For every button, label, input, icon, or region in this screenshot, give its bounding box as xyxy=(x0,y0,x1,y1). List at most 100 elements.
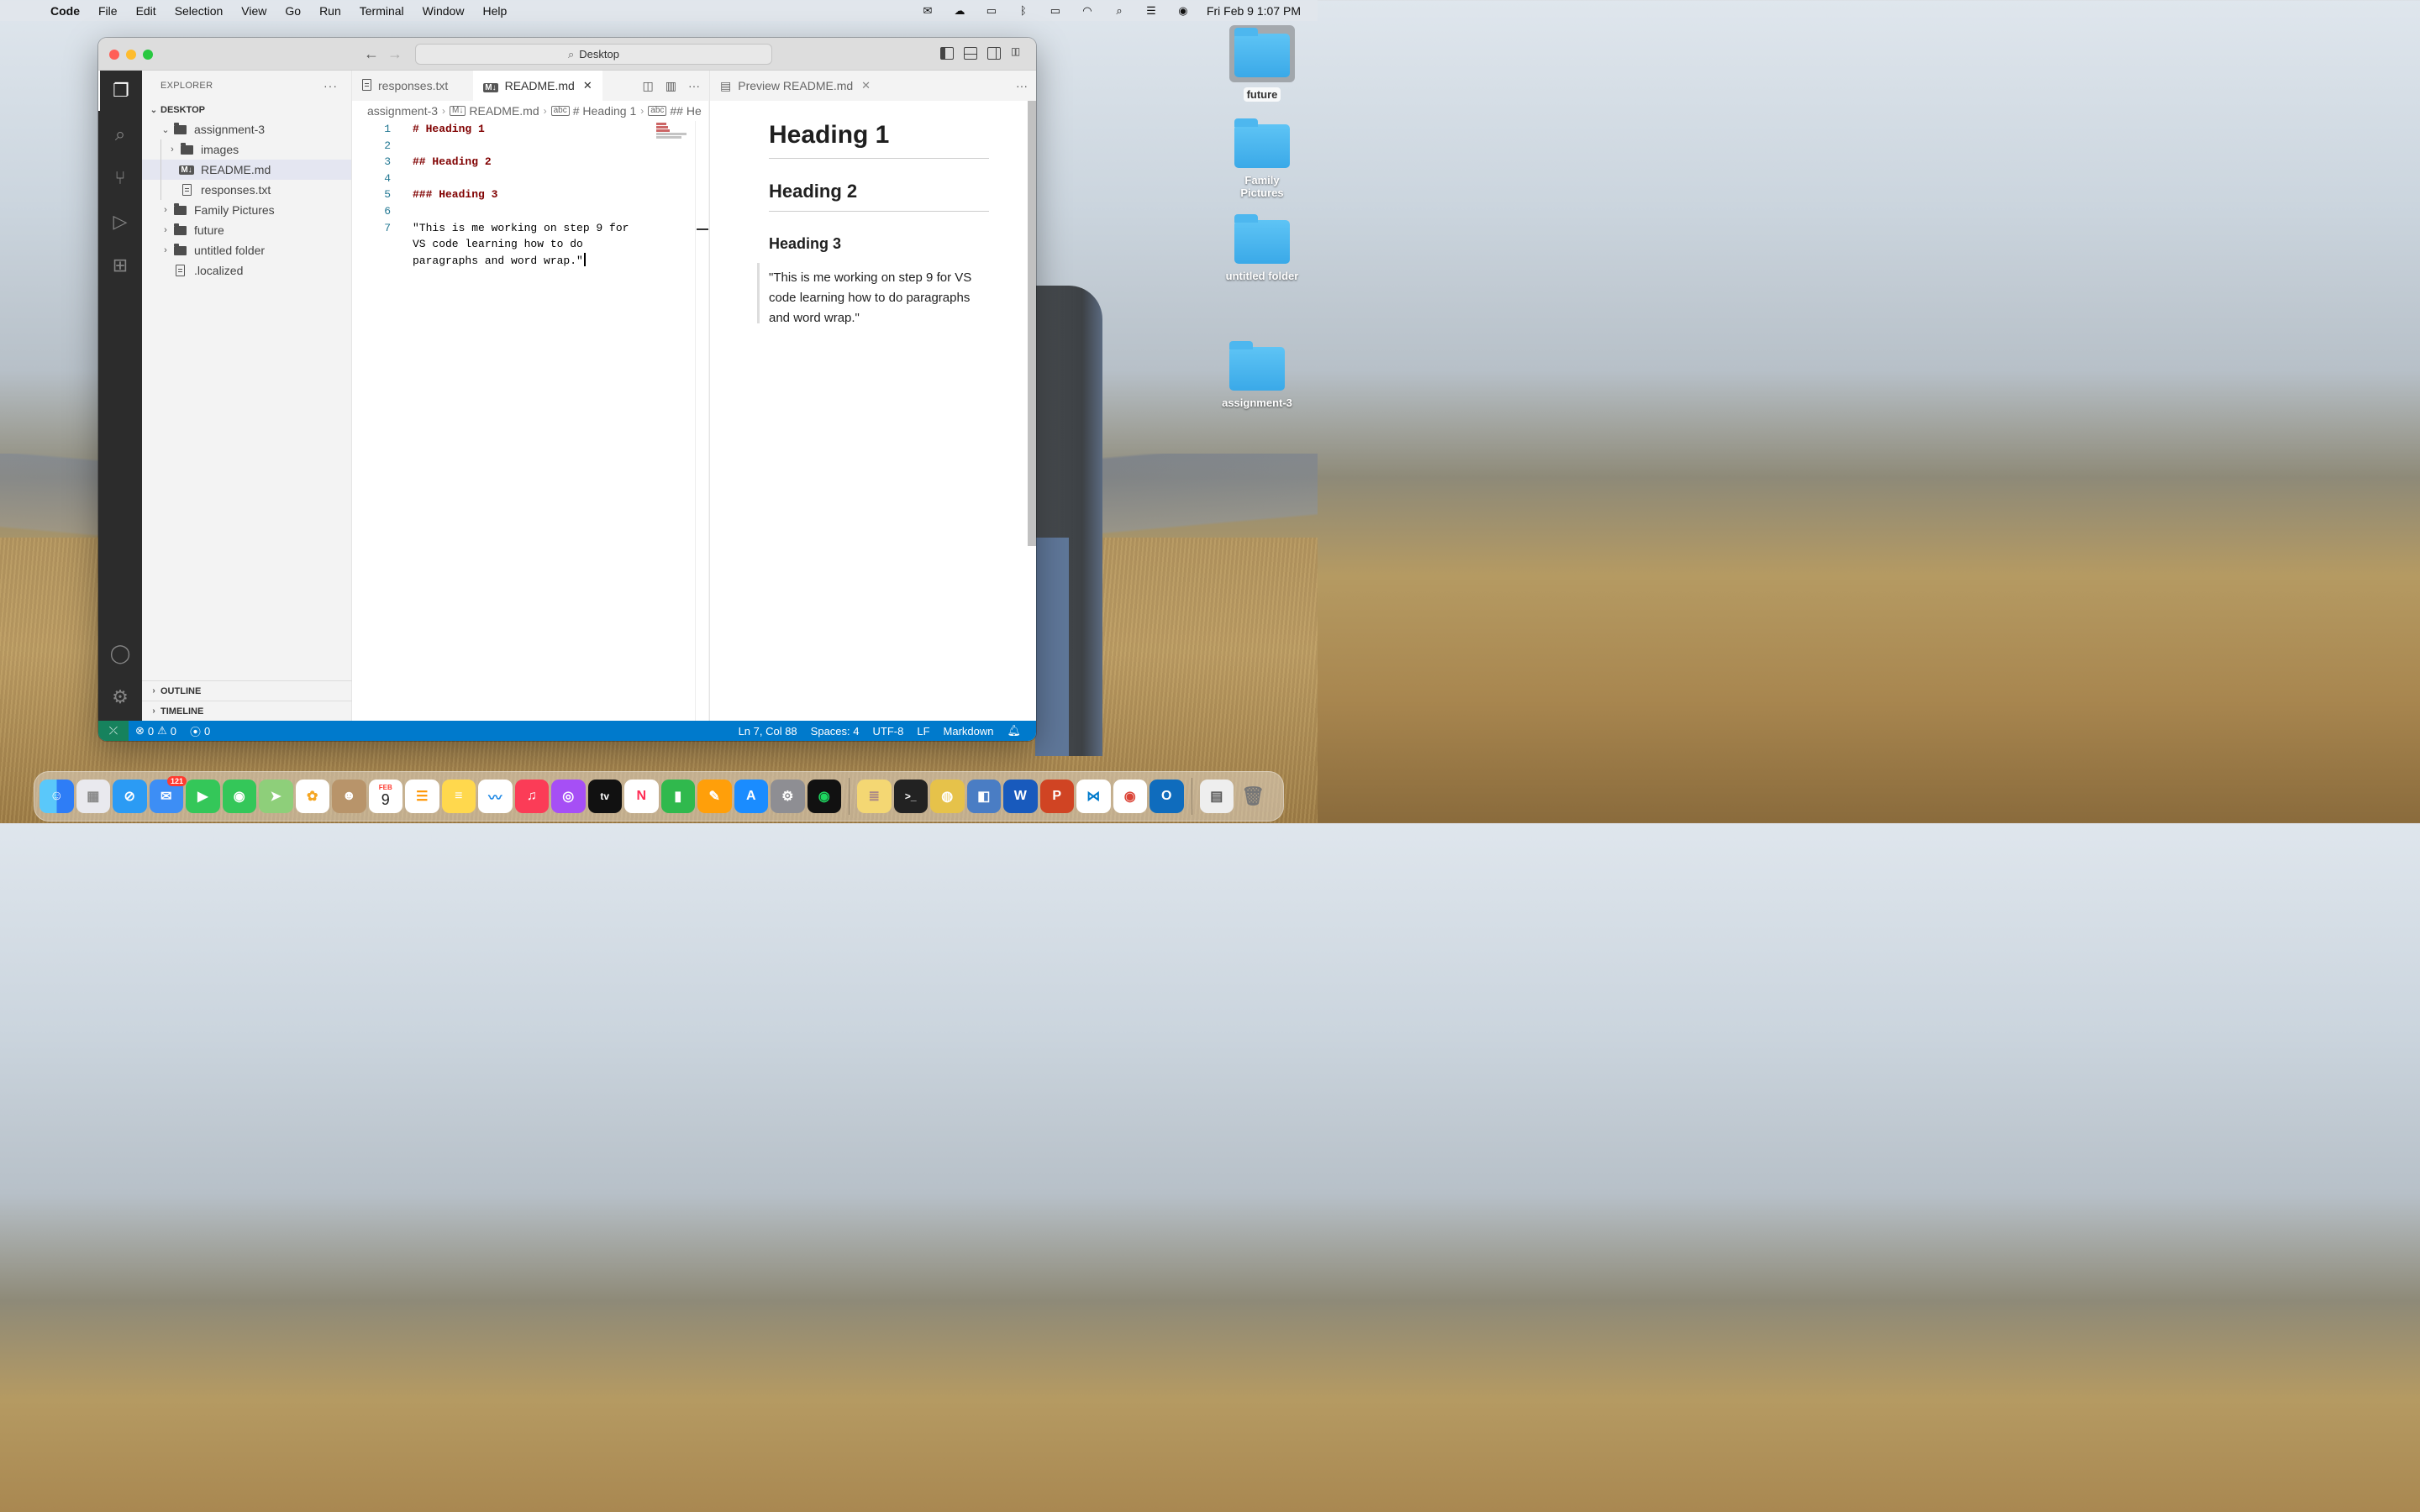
timeline-section[interactable]: › TIMELINE xyxy=(142,701,352,721)
toggle-primary-sidebar-icon[interactable] xyxy=(940,47,954,60)
menu-help[interactable]: Help xyxy=(473,4,516,18)
problems-status[interactable]: ⊗ 0 ⚠ 0 xyxy=(129,724,183,738)
vscode-icon[interactable]: ⋈ xyxy=(1076,780,1111,813)
freeform-icon[interactable]: 〰 xyxy=(478,780,513,813)
more-actions-icon[interactable]: ··· xyxy=(1016,79,1028,92)
open-preview-to-side-icon[interactable]: ◫ xyxy=(643,79,654,93)
tree-item-responses[interactable]: responses.txt xyxy=(142,180,351,200)
facetime-icon[interactable]: ▶ xyxy=(186,780,220,813)
music-icon[interactable]: ♫ xyxy=(514,780,549,813)
system-settings-icon[interactable]: ⚙ xyxy=(771,780,805,813)
command-center-search[interactable]: ⌕ Desktop xyxy=(415,44,772,65)
cursor-position[interactable]: Ln 7, Col 88 xyxy=(732,725,804,738)
desktop-folder-future[interactable]: future xyxy=(1220,25,1304,102)
remote-indicator-icon[interactable]: ⤫ xyxy=(98,721,129,741)
zoom-window-button[interactable] xyxy=(143,50,153,60)
menu-go[interactable]: Go xyxy=(276,4,310,18)
desktop-folder-untitled[interactable]: untitled folder xyxy=(1220,214,1304,283)
spotlight-search-icon[interactable]: ⌕ xyxy=(1111,4,1128,17)
minimize-window-button[interactable] xyxy=(126,50,136,60)
menu-terminal[interactable]: Terminal xyxy=(350,4,413,18)
contacts-icon[interactable]: ☻ xyxy=(332,780,366,813)
tree-item-future[interactable]: › future xyxy=(142,220,351,240)
desktop-folder-family-pictures[interactable]: Family Pictures xyxy=(1220,118,1304,200)
pages-icon[interactable]: ✎ xyxy=(697,780,732,813)
creative-cloud-icon[interactable]: ☁ xyxy=(951,4,968,17)
code-editor[interactable]: 1 # Heading 1 2 3 ## Heading 2 4 5 ### Head… xyxy=(352,121,708,269)
preview-app-icon[interactable]: ◧ xyxy=(966,780,1001,813)
recent-documents-icon[interactable]: ▤ xyxy=(1199,780,1234,813)
control-center-icon[interactable]: ☰ xyxy=(1143,4,1160,17)
outline-section[interactable]: › OUTLINE xyxy=(142,680,352,701)
indentation[interactable]: Spaces: 4 xyxy=(804,725,866,738)
close-tab-icon[interactable]: ✕ xyxy=(861,79,871,92)
reminders-icon[interactable]: ☰ xyxy=(405,780,439,813)
numbers-icon[interactable]: ▮ xyxy=(660,780,695,813)
terminal-icon[interactable]: >_ xyxy=(893,780,928,813)
notifications-bell-icon[interactable]: 🔔︎ xyxy=(1000,724,1028,738)
file-status-icon[interactable]: ▭ xyxy=(983,4,1000,17)
calendar-icon[interactable]: FEB 9 xyxy=(368,780,402,813)
menu-run[interactable]: Run xyxy=(310,4,350,18)
search-icon[interactable]: ⌕ xyxy=(98,114,142,155)
back-arrow-icon[interactable]: ← xyxy=(364,45,379,63)
explorer-root-desktop[interactable]: ⌄ DESKTOP xyxy=(142,101,351,119)
preview-scrollbar[interactable] xyxy=(1028,101,1036,546)
toggle-secondary-sidebar-icon[interactable] xyxy=(987,47,1001,60)
breadcrumb-item[interactable]: ## He xyxy=(670,104,701,118)
bluetooth-icon[interactable]: ᛒ xyxy=(1015,4,1032,17)
minimap[interactable] xyxy=(656,123,690,139)
split-editor-icon[interactable]: ▥ xyxy=(666,79,676,93)
stickies-icon[interactable]: ≣ xyxy=(857,780,892,813)
accounts-icon[interactable]: ◯ xyxy=(98,633,142,674)
menubar-clock[interactable]: Fri Feb 9 1:07 PM xyxy=(1207,4,1301,18)
podcasts-icon[interactable]: ◎ xyxy=(551,780,586,813)
messages-icon[interactable]: ◉ xyxy=(222,780,256,813)
desktop-folder-assignment-3[interactable]: assignment-3 xyxy=(1215,341,1299,410)
chrome-canary-icon[interactable]: ◍ xyxy=(930,780,965,813)
breadcrumb-item[interactable]: # Heading 1 xyxy=(573,104,637,118)
chrome-icon[interactable]: ◉ xyxy=(1113,780,1147,813)
breadcrumb-item[interactable]: assignment-3 xyxy=(367,104,438,118)
mail-icon[interactable]: ✉ 121 xyxy=(149,776,187,813)
outlook-icon[interactable]: O xyxy=(1150,780,1184,813)
tab-preview-readme[interactable]: ▤ Preview README.md ✕ xyxy=(710,71,881,101)
tree-item-untitled-folder[interactable]: › untitled folder xyxy=(142,240,351,260)
menu-view[interactable]: View xyxy=(232,4,276,18)
tree-item-readme[interactable]: M↓ README.md xyxy=(142,160,351,180)
close-tab-icon[interactable]: ✕ xyxy=(583,79,592,92)
launchpad-icon[interactable]: ▦ xyxy=(76,780,110,813)
trash-icon[interactable]: 🗑︎ xyxy=(1236,780,1270,813)
extensions-icon[interactable]: ⊞ xyxy=(98,245,142,286)
word-icon[interactable]: W xyxy=(1003,780,1038,813)
customize-layout-icon[interactable] xyxy=(1011,45,1024,60)
menu-window[interactable]: Window xyxy=(413,4,474,18)
encoding[interactable]: UTF-8 xyxy=(866,725,911,738)
wifi-icon[interactable]: ◠ xyxy=(1079,4,1096,17)
source-control-icon[interactable]: ⑂ xyxy=(98,158,142,198)
breadcrumb-item[interactable]: README.md xyxy=(469,104,539,118)
forward-arrow-icon[interactable]: → xyxy=(387,45,402,63)
apple-tv-icon[interactable]: tv xyxy=(587,780,622,813)
tree-item-localized[interactable]: .localized xyxy=(142,260,351,281)
language-mode[interactable]: Markdown xyxy=(937,725,1001,738)
settings-gear-icon[interactable]: ⚙ xyxy=(98,677,142,717)
more-actions-icon[interactable]: ··· xyxy=(688,79,700,92)
news-icon[interactable]: N xyxy=(624,780,659,813)
finder-icon[interactable]: ☺ xyxy=(39,780,74,813)
tree-item-assignment-3[interactable]: ⌄ assignment-3 xyxy=(142,119,351,139)
explorer-files-icon[interactable]: ❐ xyxy=(98,71,142,111)
menu-file[interactable]: File xyxy=(89,4,127,18)
ports-status[interactable]: ⦿ 0 xyxy=(183,723,217,739)
tab-responses-txt[interactable]: responses.txt xyxy=(352,71,458,101)
tree-item-family-pictures[interactable]: › Family Pictures xyxy=(142,200,351,220)
siri-icon[interactable]: ◉ xyxy=(1175,4,1192,17)
tab-readme-md[interactable]: M↓ README.md ✕ xyxy=(473,71,602,101)
maps-icon[interactable]: ➤ xyxy=(259,780,293,813)
menu-edit[interactable]: Edit xyxy=(127,4,166,18)
battery-icon[interactable]: ▭ xyxy=(1047,4,1064,17)
photos-icon[interactable]: ✿ xyxy=(295,780,329,813)
notes-icon[interactable]: ≡ xyxy=(441,780,476,813)
spotify-icon[interactable]: ◉ xyxy=(807,780,841,813)
toggle-panel-icon[interactable] xyxy=(964,47,977,60)
